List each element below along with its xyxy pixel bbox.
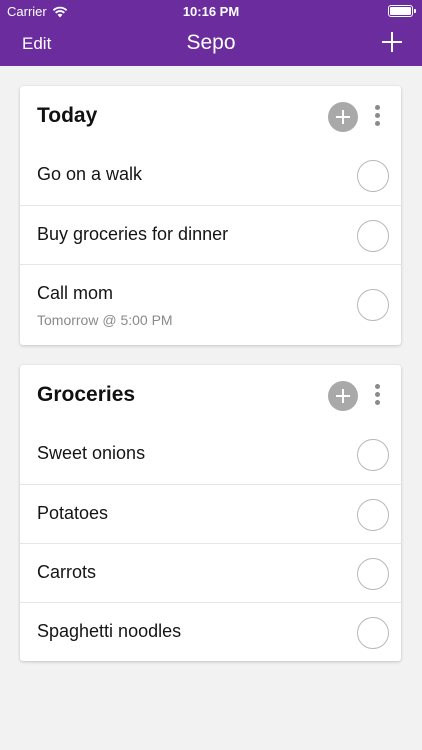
complete-checkbox[interactable] [357, 499, 389, 531]
complete-checkbox[interactable] [357, 160, 389, 192]
list-item[interactable]: Sweet onions [20, 425, 401, 484]
item-label: Buy groceries for dinner [37, 224, 229, 244]
list-item[interactable]: Go on a walk [20, 146, 401, 205]
complete-checkbox[interactable] [357, 220, 389, 252]
item-label: Call mom [37, 283, 114, 303]
plus-icon[interactable] [380, 30, 404, 54]
nav-bar: Edit Sepo [0, 22, 422, 66]
task-list: Sweet onions Potatoes Carrots Spaghetti … [20, 425, 401, 661]
add-item-button[interactable] [328, 102, 358, 132]
list-item[interactable]: Carrots [20, 543, 401, 602]
page-title: Sepo [186, 31, 236, 54]
battery-icon [388, 5, 416, 17]
more-options-icon[interactable] [370, 384, 384, 408]
list-item[interactable]: Spaghetti noodles [20, 602, 401, 661]
card-header: Groceries [20, 365, 401, 425]
list-item[interactable]: Call mom Tomorrow @ 5:00 PM [20, 264, 401, 345]
list-item[interactable]: Buy groceries for dinner [20, 205, 401, 264]
task-list: Go on a walk Buy groceries for dinner Ca… [20, 146, 401, 345]
status-time: 10:16 PM [182, 4, 240, 19]
complete-checkbox[interactable] [357, 558, 389, 590]
list-title: Today [37, 104, 98, 127]
complete-checkbox[interactable] [357, 439, 389, 471]
list-item[interactable]: Potatoes [20, 484, 401, 543]
more-options-icon[interactable] [370, 105, 384, 129]
item-due-date: Tomorrow @ 5:00 PM [37, 312, 173, 328]
item-label: Go on a walk [37, 164, 143, 184]
item-label: Potatoes [37, 503, 109, 523]
list-card-today: Today Go on a walk Buy groceries for din… [20, 86, 401, 345]
status-bar: Carrier 10:16 PM [0, 0, 422, 22]
item-label: Sweet onions [37, 443, 146, 463]
complete-checkbox[interactable] [357, 289, 389, 321]
item-label: Spaghetti noodles [37, 621, 182, 641]
item-label: Carrots [37, 562, 97, 582]
list-title: Groceries [37, 383, 136, 406]
list-card-groceries: Groceries Sweet onions Potatoes Carrots … [20, 365, 401, 661]
card-header: Today [20, 86, 401, 146]
add-item-button[interactable] [328, 381, 358, 411]
complete-checkbox[interactable] [357, 617, 389, 649]
